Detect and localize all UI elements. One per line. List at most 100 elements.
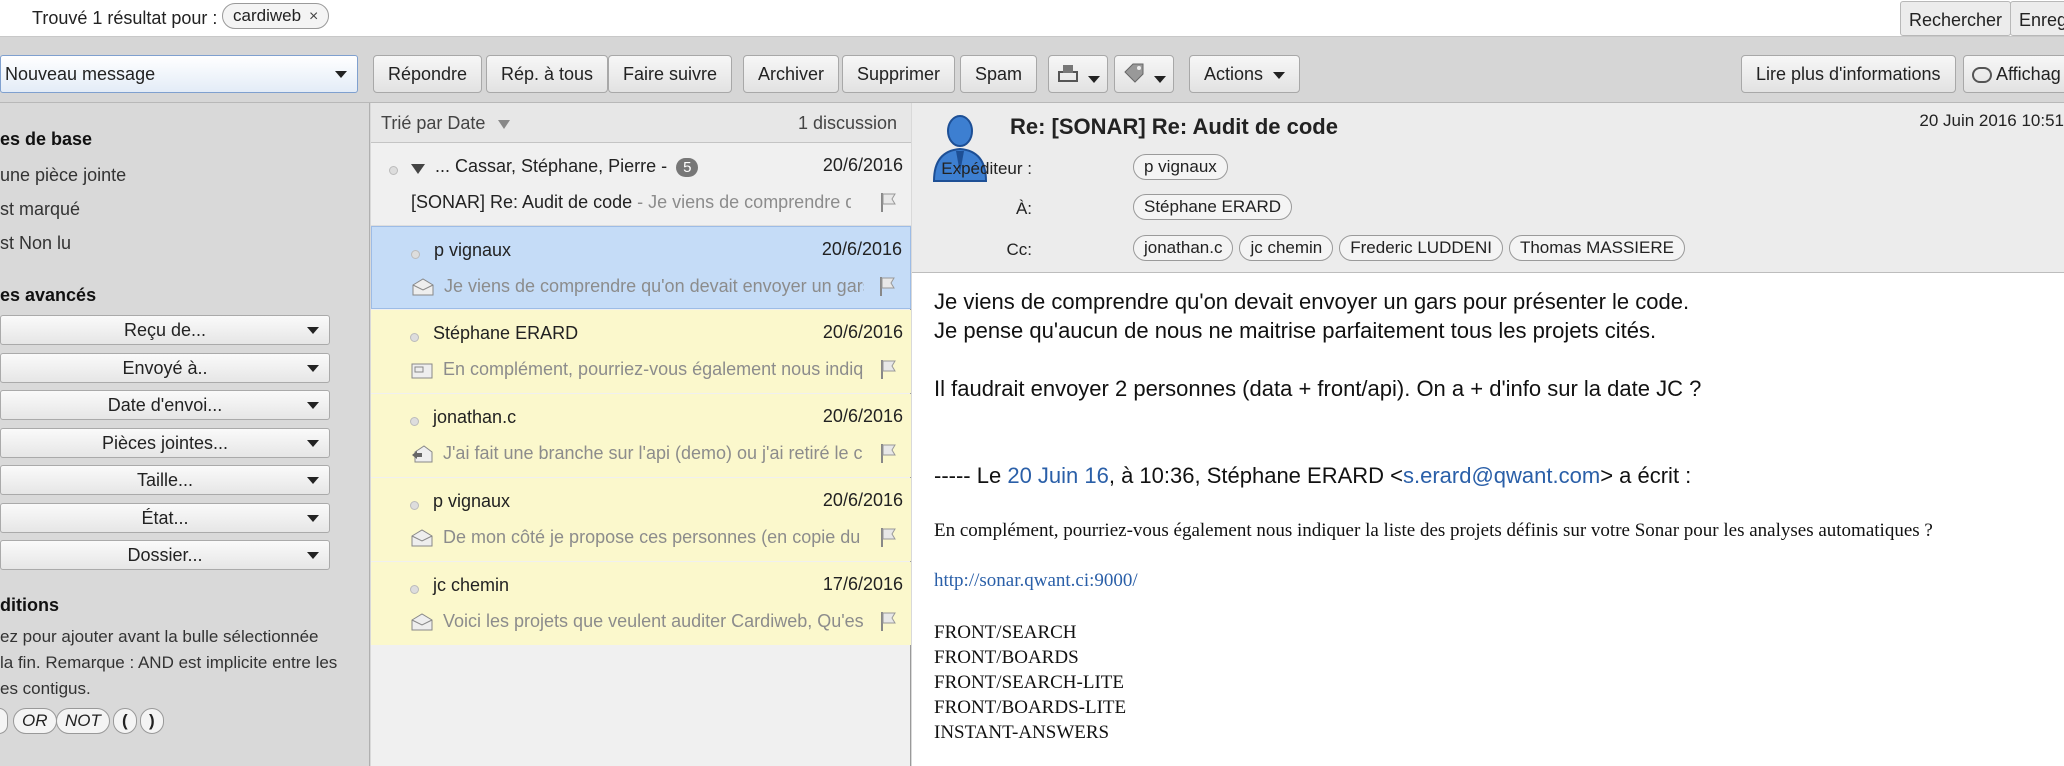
cc-chip[interactable]: Frederic LUDDENI (1339, 235, 1503, 261)
filter-attachments[interactable]: Pièces jointes... (0, 428, 330, 458)
operator-or-button[interactable]: OR (13, 708, 57, 734)
read-status-icon[interactable] (389, 166, 398, 175)
chevron-down-icon (307, 365, 319, 372)
read-status-icon[interactable] (410, 501, 419, 510)
project-item: INSTANT-ANSWERS (934, 722, 1110, 743)
filter-label: État... (141, 508, 189, 528)
flag-icon[interactable] (879, 526, 897, 548)
message-date: 20 Juin 2016 10:51 (1919, 111, 2064, 130)
message-sender: p vignaux (434, 240, 512, 260)
body-line: Je viens de comprendre qu'on devait envo… (934, 289, 1690, 314)
open-paren-button[interactable]: ( (113, 708, 137, 734)
new-message-button[interactable]: Nouveau message (0, 55, 358, 93)
filter-sent-date[interactable]: Date d'envoi... (0, 390, 330, 420)
thread-row[interactable]: ... Cassar, Stéphane, Pierre - 5 20/6/20… (371, 143, 911, 226)
cc-chip[interactable]: Thomas MASSIERE (1508, 235, 1685, 261)
search-query-text: cardiweb (233, 6, 302, 25)
display-button[interactable]: Affichag (1963, 55, 2064, 93)
filter-size[interactable]: Taille... (0, 465, 330, 495)
envelope-card-icon (411, 363, 433, 379)
filter-attachment[interactable]: une pièce jointe (0, 165, 126, 186)
spam-button[interactable]: Spam (960, 55, 1038, 93)
sort-control[interactable]: Trié par Date (381, 113, 511, 134)
forward-button[interactable]: Faire suivre (608, 55, 733, 93)
filter-unread[interactable]: st Non lu (0, 233, 71, 254)
flag-icon[interactable] (879, 610, 897, 632)
read-status-icon[interactable] (410, 333, 419, 342)
from-field: p vignaux (1133, 154, 1234, 180)
quote-email-link[interactable]: s.erard@qwant.com (1403, 463, 1600, 488)
filter-panel: es de base une pièce jointe st marqué st… (0, 103, 370, 766)
archive-button[interactable]: Archiver (743, 55, 840, 93)
envelope-open-icon (412, 278, 434, 296)
message-sender: Stéphane ERARD (433, 323, 579, 343)
message-date: 20/6/2016 (822, 322, 903, 342)
quote-suffix: > a écrit : (1600, 463, 1692, 488)
read-status-icon[interactable] (411, 250, 420, 259)
cc-chip[interactable]: jonathan.c (1133, 235, 1234, 261)
filter-label: Taille... (136, 470, 194, 490)
read-status-icon[interactable] (410, 585, 419, 594)
read-status-icon[interactable] (410, 417, 419, 426)
discussion-count: 1 discussion (797, 113, 897, 133)
flag-icon[interactable] (879, 191, 897, 213)
message-snippet: J'ai fait une branche sur l'api (demo) o… (443, 443, 863, 463)
reply-all-button[interactable]: Rép. à tous (486, 55, 609, 93)
close-paren-button[interactable]: ) (140, 708, 164, 734)
flag-icon[interactable] (879, 442, 897, 464)
reply-button[interactable]: Répondre (373, 55, 483, 93)
search-query-chip[interactable]: cardiweb × (222, 3, 330, 29)
snippet-text: - Je viens de comprendre qu' (632, 192, 851, 212)
list-item[interactable]: Stéphane ERARD 20/6/2016 En complément, po… (371, 310, 911, 393)
thread-participants: ... Cassar, Stéphane, Pierre - 5 (435, 156, 699, 177)
save-search-button[interactable]: Enregi (2010, 1, 2064, 36)
move-to-button[interactable] (1048, 55, 1108, 93)
list-item[interactable]: jc chemin 17/6/2016 Voici les projets que … (371, 562, 911, 645)
flag-icon[interactable] (879, 358, 897, 380)
list-item[interactable]: jonathan.c 20/6/2016 J'ai fait une branche… (371, 394, 911, 477)
filter-label: Pièces jointes... (101, 433, 229, 453)
chevron-down-icon[interactable] (335, 71, 347, 78)
search-button[interactable]: Rechercher (1900, 1, 2012, 36)
tag-button[interactable] (1114, 55, 1174, 93)
participants-text: ... Cassar, Stéphane, Pierre - (435, 156, 668, 176)
filter-sent-to[interactable]: Envoyé à.. (0, 353, 330, 383)
thread-date: 20/6/2016 (822, 155, 903, 175)
collapse-thread-icon[interactable] (411, 164, 425, 174)
new-message-label: Nouveau message (5, 64, 156, 84)
operator-and-button[interactable] (0, 708, 8, 734)
filter-folder[interactable]: Dossier... (0, 540, 330, 570)
conditions-note: ez pour ajouter avant la bulle sélection… (0, 624, 362, 702)
delete-button[interactable]: Supprimer (842, 55, 956, 93)
conditions-note-line: la fin. Remarque : AND est implicite ent… (0, 653, 338, 672)
project-item: FRONT/BOARDS (934, 647, 1079, 668)
filter-flagged[interactable]: st marqué (0, 199, 80, 220)
display-label: Affichag (1996, 64, 2061, 84)
message-subject: Re: [SONAR] Re: Audit de code (1010, 114, 1338, 139)
chevron-down-icon (307, 477, 319, 484)
cc-chip[interactable]: jc chemin (1239, 235, 1334, 261)
filter-received-from[interactable]: Reçu de... (0, 315, 330, 345)
flag-icon[interactable] (878, 275, 896, 297)
project-item: FRONT/SEARCH-LITE (934, 672, 1124, 693)
actions-menu-button[interactable]: Actions (1189, 55, 1301, 93)
message-sender: p vignaux (433, 491, 511, 511)
filter-state[interactable]: État... (0, 503, 330, 533)
sender-chip[interactable]: p vignaux (1133, 154, 1228, 180)
conditions-heading: ditions (0, 595, 59, 615)
quote-date-link[interactable]: 20 Juin 16 (1007, 463, 1109, 488)
read-more-button[interactable]: Lire plus d'informations (1741, 55, 1956, 93)
operator-not-button[interactable]: NOT (56, 708, 110, 734)
actions-label: Actions (1204, 64, 1264, 84)
sonar-link[interactable]: http://sonar.qwant.ci:9000/ (934, 570, 1138, 592)
remove-chip-icon[interactable]: × (309, 8, 318, 25)
chevron-down-icon (1273, 71, 1286, 79)
message-sender: jc chemin (433, 575, 510, 595)
reading-pane: Re: [SONAR] Re: Audit de code 20 Juin 20… (912, 103, 2064, 766)
recipient-chip[interactable]: Stéphane ERARD (1133, 194, 1293, 220)
tag-icon (1124, 63, 1144, 83)
message-snippet: Voici les projets que veulent auditer Ca… (443, 611, 863, 631)
list-item[interactable]: p vignaux 20/6/2016 Je viens de comprendre… (371, 226, 911, 309)
list-item[interactable]: p vignaux 20/6/2016 De mon côté je propose… (371, 478, 911, 561)
message-date: 17/6/2016 (822, 574, 903, 594)
